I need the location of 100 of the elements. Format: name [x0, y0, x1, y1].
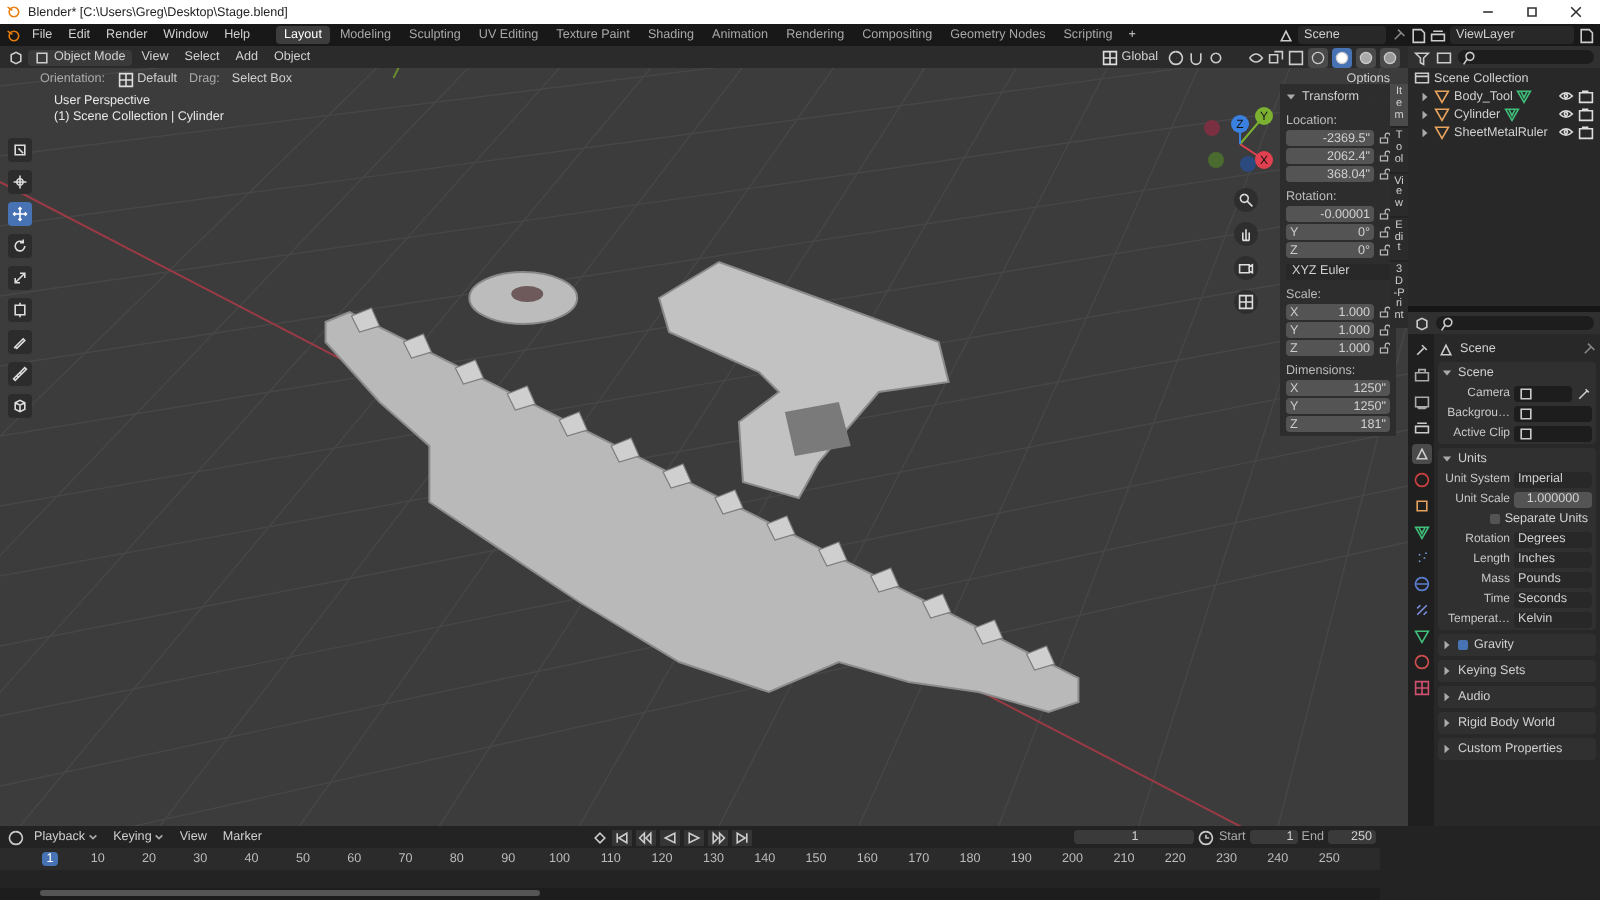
- search-icon: [1462, 49, 1478, 65]
- tool-tab[interactable]: [1411, 340, 1431, 360]
- display-mode-icon: [1436, 49, 1452, 65]
- move-icon: [12, 206, 28, 222]
- clock-icon: [1198, 829, 1215, 845]
- tool-button[interactable]: [8, 362, 32, 386]
- data-block-field[interactable]: [1514, 385, 1572, 401]
- checkbox[interactable]: [1490, 514, 1501, 524]
- disclosure-triangle-icon[interactable]: [1442, 454, 1452, 464]
- tool-button[interactable]: [8, 266, 32, 290]
- blender-logo-icon: [6, 4, 22, 20]
- disclosure-triangle-icon[interactable]: [1442, 640, 1452, 650]
- maximize-icon: [1524, 4, 1540, 20]
- keyframe-icon: [591, 829, 608, 845]
- scene-icon: [1278, 27, 1294, 43]
- view-layer-icon: [1413, 420, 1429, 436]
- constraints-icon: [1413, 602, 1429, 618]
- disclosure-triangle-icon[interactable]: [1420, 109, 1430, 119]
- eyedropper-icon[interactable]: [1576, 385, 1592, 401]
- jump-start-button[interactable]: [611, 829, 632, 845]
- search-field[interactable]: [1436, 316, 1594, 330]
- disclosure-triangle-icon[interactable]: [1442, 744, 1452, 754]
- prev-keyframe-button[interactable]: [635, 829, 656, 845]
- jump-end-button[interactable]: [731, 829, 752, 845]
- lock-open-icon[interactable]: [1378, 324, 1390, 336]
- disclosure-triangle-icon[interactable]: [1420, 127, 1430, 137]
- xray-icon: [1288, 49, 1304, 65]
- lock-open-icon[interactable]: [1378, 150, 1390, 162]
- texture-tab[interactable]: [1411, 678, 1431, 698]
- disclosure-triangle-icon[interactable]: [1442, 368, 1452, 378]
- prev-keyframe-icon: [637, 829, 654, 845]
- search-field[interactable]: [1458, 50, 1594, 64]
- add-cube-icon: [12, 398, 28, 414]
- object-tab[interactable]: [1411, 496, 1431, 516]
- render-tab[interactable]: [1411, 366, 1431, 386]
- zoom-icon: [1238, 192, 1254, 208]
- grid-icon: [1101, 49, 1118, 65]
- search-icon: [1440, 315, 1456, 331]
- disclosure-triangle-icon[interactable]: [1442, 718, 1452, 728]
- physics-icon: [1413, 576, 1429, 592]
- output-icon: [1413, 394, 1429, 410]
- select-box-icon: [12, 142, 28, 158]
- particles-icon: [1413, 550, 1429, 566]
- lock-open-icon[interactable]: [1378, 226, 1390, 238]
- new-icon: [1578, 27, 1594, 43]
- 3d-models-drawing[interactable]: [324, 260, 1080, 714]
- hand-icon: [1238, 226, 1254, 242]
- disclosure-triangle-icon[interactable]: [1442, 666, 1452, 676]
- snap-icon: [1188, 49, 1204, 65]
- modifier-icon: [1413, 524, 1429, 540]
- play-icon: [685, 829, 702, 845]
- view-layer-icon: [1430, 27, 1446, 43]
- scrollbar-thumb[interactable]: [40, 890, 540, 896]
- grid-icon: [117, 71, 134, 87]
- visibility-icon: [1248, 49, 1264, 65]
- play-reverse-button[interactable]: [659, 829, 680, 845]
- close-icon: [1568, 4, 1584, 20]
- lock-open-icon[interactable]: [1378, 132, 1390, 144]
- tool-button[interactable]: [8, 138, 32, 162]
- data-block-field[interactable]: [1514, 405, 1592, 421]
- data-tab[interactable]: [1411, 626, 1431, 646]
- lock-open-icon[interactable]: [1378, 306, 1390, 318]
- jump-start-icon: [613, 829, 630, 845]
- object-icon: [1413, 498, 1429, 514]
- view-layer-tab[interactable]: [1411, 418, 1431, 438]
- rendered-shading-button[interactable]: [1380, 47, 1400, 67]
- constraints-tab[interactable]: [1411, 600, 1431, 620]
- wireframe-shading-button[interactable]: [1308, 47, 1328, 67]
- disclosure-triangle-icon[interactable]: [1420, 91, 1430, 101]
- tool-button[interactable]: [8, 234, 32, 258]
- material-shading-button[interactable]: [1356, 47, 1376, 67]
- play-button[interactable]: [683, 829, 704, 845]
- lock-open-icon[interactable]: [1378, 342, 1390, 354]
- scene-tab[interactable]: [1411, 444, 1431, 464]
- checkbox[interactable]: [1458, 640, 1468, 650]
- tool-button[interactable]: [8, 298, 32, 322]
- measure-icon: [12, 366, 28, 382]
- solid-shading-button[interactable]: [1332, 47, 1352, 67]
- modifier-tab[interactable]: [1411, 522, 1431, 542]
- cursor-icon: [12, 174, 28, 190]
- disclosure-triangle-icon[interactable]: [1286, 92, 1296, 102]
- new-icon: [1410, 27, 1426, 43]
- lock-open-icon[interactable]: [1378, 168, 1390, 180]
- lock-open-icon[interactable]: [1378, 244, 1390, 256]
- editor-type-icon: [1414, 315, 1430, 331]
- lock-open-icon[interactable]: [1378, 208, 1390, 220]
- next-keyframe-button[interactable]: [707, 829, 728, 845]
- object-mode-icon: [34, 49, 50, 65]
- tool-button[interactable]: [8, 394, 32, 418]
- physics-tab[interactable]: [1411, 574, 1431, 594]
- overlay-icon: [1268, 49, 1284, 65]
- jump-end-icon: [733, 829, 750, 845]
- tool-button[interactable]: [8, 202, 32, 226]
- data-block-field[interactable]: [1514, 425, 1592, 441]
- collection-icon: [1414, 70, 1430, 86]
- tool-button[interactable]: [8, 170, 32, 194]
- tool-button[interactable]: [8, 330, 32, 354]
- output-tab[interactable]: [1411, 392, 1431, 412]
- disclosure-triangle-icon[interactable]: [1442, 692, 1452, 702]
- data-icon: [1413, 628, 1429, 644]
